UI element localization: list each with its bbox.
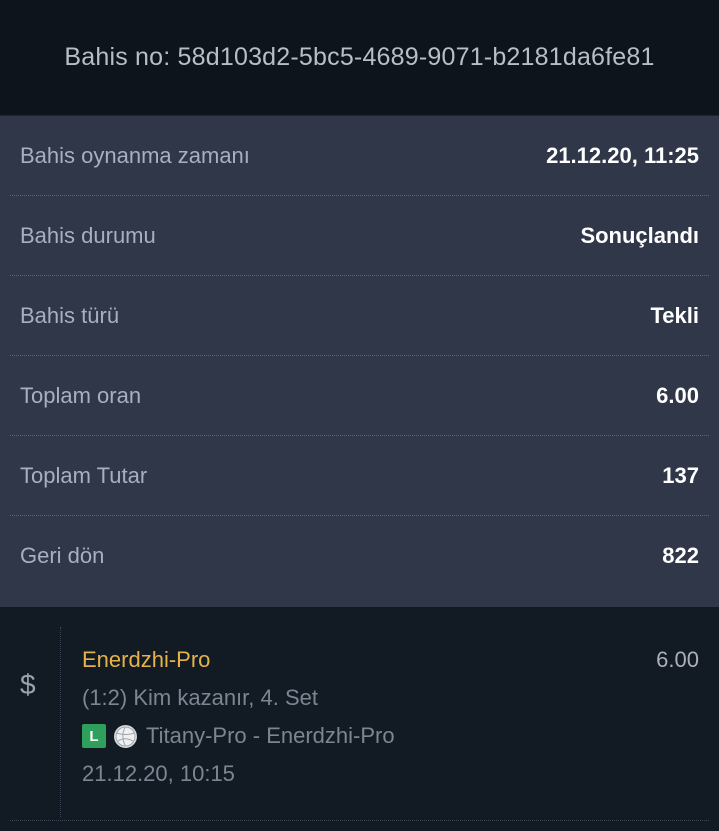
detail-value: 21.12.20, 11:25: [546, 142, 699, 168]
bet-number-title: Bahis no: 58d103d2-5bc5-4689-9071-b2181d…: [64, 43, 655, 71]
bet-event-card[interactable]: $ Enerdzhi-Pro 6.00 (1:2) Kim kazanır, 4…: [0, 607, 719, 831]
detail-row-return: Geri dön 822: [10, 516, 709, 596]
detail-row-type: Bahis türü Tekli: [10, 276, 709, 356]
detail-label: Geri dön: [20, 543, 105, 568]
match-line: L Titany-Pro - Enerdzhi-Pro: [82, 723, 699, 749]
detail-value: 137: [662, 462, 699, 488]
detail-label: Bahis türü: [20, 302, 120, 328]
detail-value: 822: [662, 543, 699, 568]
detail-label: Toplam oran: [20, 382, 142, 408]
bet-market: (1:2) Kim kazanır, 4. Set: [82, 685, 318, 710]
bet-selection: Enerdzhi-Pro: [82, 647, 211, 672]
detail-value: Sonuçlandı: [580, 222, 699, 248]
dollar-icon: $: [20, 669, 36, 700]
bet-details-panel: Bahis oynanma zamanı 21.12.20, 11:25 Bah…: [0, 116, 719, 607]
currency-column: $: [0, 627, 61, 817]
bet-event-content: Enerdzhi-Pro 6.00 (1:2) Kim kazanır, 4. …: [82, 647, 699, 787]
detail-label: Bahis oynanma zamanı: [20, 142, 250, 168]
live-badge: L: [82, 724, 106, 748]
detail-value: 6.00: [656, 382, 699, 408]
detail-label: Toplam Tutar: [20, 462, 148, 488]
match-teams: Titany-Pro - Enerdzhi-Pro: [146, 723, 395, 748]
event-date: 21.12.20, 10:15: [82, 761, 235, 786]
detail-label: Bahis durumu: [20, 222, 156, 248]
detail-row-total-stake: Toplam Tutar 137: [10, 436, 709, 516]
divider: [10, 820, 709, 821]
volleyball-icon: [114, 724, 137, 748]
detail-row-placed-time: Bahis oynanma zamanı 21.12.20, 11:25: [10, 116, 709, 196]
detail-row-status: Bahis durumu Sonuçlandı: [10, 196, 709, 276]
bet-odds: 6.00: [656, 647, 699, 672]
detail-value: Tekli: [650, 302, 699, 328]
detail-row-total-odds: Toplam oran 6.00: [10, 356, 709, 436]
bet-header: Bahis no: 58d103d2-5bc5-4689-9071-b2181d…: [0, 0, 719, 116]
